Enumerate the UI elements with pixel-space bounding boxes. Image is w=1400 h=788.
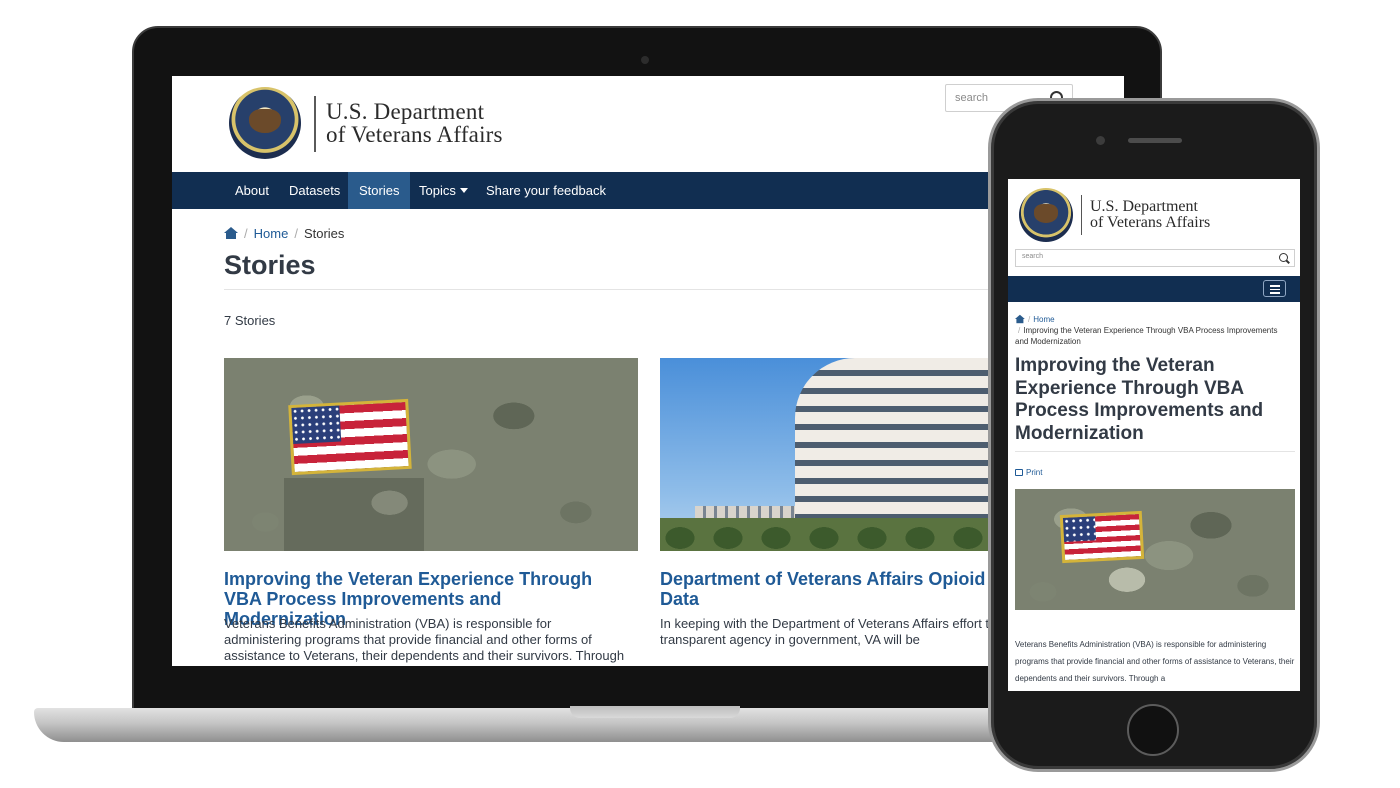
nav-item-stories[interactable]: Stories (348, 172, 411, 209)
breadcrumb-separator: / (244, 225, 248, 241)
breadcrumb-separator: / (1018, 326, 1021, 335)
title-divider (224, 289, 1104, 290)
breadcrumb-current: / Improving the Veteran Experience Throug… (1015, 325, 1285, 347)
story-count: 7 Stories (224, 313, 276, 328)
site-header: U.S. Department of Veterans Affairs sear… (172, 76, 1124, 172)
search-placeholder: search (1022, 253, 1044, 260)
breadcrumb-home-link[interactable]: Home (254, 226, 289, 241)
patch-shadow (284, 478, 424, 551)
page-title: Stories (224, 250, 316, 280)
phone-home-button[interactable] (1127, 704, 1179, 756)
va-seal-icon[interactable] (1019, 188, 1073, 242)
breadcrumb: / Home / Stories (224, 225, 344, 241)
flag-union (291, 405, 342, 444)
print-icon (1015, 469, 1023, 476)
flag-patch (1059, 510, 1145, 564)
caret-down-icon (459, 188, 468, 193)
va-seal-icon[interactable] (229, 87, 301, 159)
mobile-nav (1008, 276, 1300, 302)
breadcrumb-current-text: Improving the Veteran Experience Through… (1015, 326, 1278, 346)
org-name-line2[interactable]: of Veterans Affairs (1090, 214, 1210, 232)
article-image-flag-patch (1015, 489, 1295, 610)
laptop-camera (641, 56, 649, 64)
flag-patch (288, 398, 412, 476)
breadcrumb: / Home (1015, 313, 1055, 325)
logo-divider (314, 96, 316, 152)
laptop-screen: U.S. Department of Veterans Affairs sear… (172, 76, 1124, 666)
main-nav: About Datasets Stories Topics Share your… (172, 172, 1124, 209)
flag-union (1062, 516, 1097, 542)
story-image-flag-patch[interactable] (224, 358, 638, 551)
article-excerpt: Veterans Benefits Administration (VBA) i… (1015, 640, 1295, 683)
nav-item-topics[interactable]: Topics (408, 172, 479, 209)
breadcrumb-current: Stories (303, 225, 345, 241)
search-input[interactable]: search (1015, 249, 1295, 267)
laptop-notch (570, 706, 740, 718)
nav-item-about[interactable]: About (224, 172, 280, 209)
phone-screen: U.S. Department of Veterans Affairs sear… (1008, 179, 1300, 691)
home-icon[interactable] (1015, 314, 1025, 324)
breadcrumb-separator: / (1028, 314, 1031, 324)
menu-icon[interactable] (1263, 280, 1286, 297)
breadcrumb-home-link[interactable]: Home (1033, 315, 1054, 324)
phone-camera (1096, 136, 1105, 145)
print-label[interactable]: Print (1026, 468, 1042, 477)
breadcrumb-separator: / (294, 225, 298, 241)
phone-speaker (1128, 138, 1182, 143)
search-placeholder: search (955, 92, 989, 104)
logo-divider (1081, 195, 1082, 235)
search-icon[interactable] (1279, 253, 1288, 262)
home-icon[interactable] (224, 227, 238, 239)
laptop-base (34, 708, 1044, 742)
nav-item-share-feedback[interactable]: Share your feedback (475, 172, 617, 209)
org-name-line2[interactable]: of Veterans Affairs (326, 122, 503, 148)
article-title: Improving the Veteran Experience Through… (1015, 355, 1264, 444)
print-link[interactable]: Print (1015, 468, 1042, 477)
nav-item-datasets[interactable]: Datasets (278, 172, 351, 209)
title-divider (1015, 451, 1295, 452)
story-card-excerpt: Veterans Benefits Administration (VBA) i… (224, 616, 625, 666)
